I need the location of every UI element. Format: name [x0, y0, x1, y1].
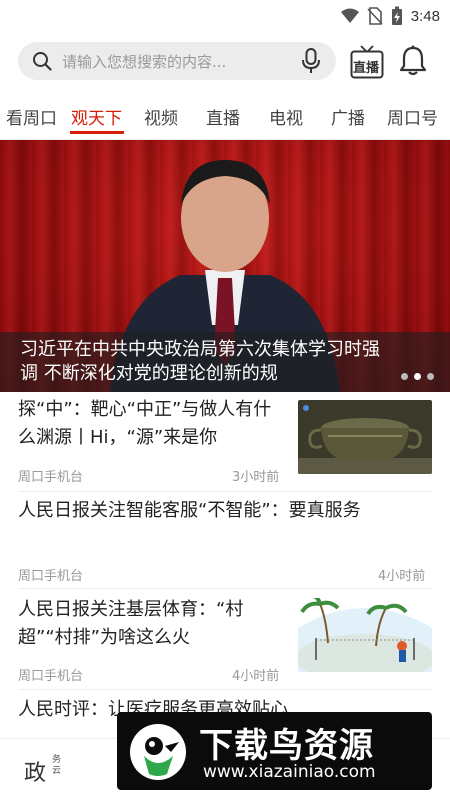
carousel-dots [401, 373, 434, 380]
bell-icon[interactable] [398, 45, 428, 77]
news-time: 4小时前 [232, 669, 280, 684]
news-source: 周口手机台 [18, 470, 84, 485]
tab-radio[interactable]: 广播 [331, 104, 365, 129]
search-bar[interactable]: 请输入您想搜索的内容... [18, 42, 336, 80]
news-title: 探“中”：靶心“中正”与做人有什么渊源丨Hi，“源”来是你 [18, 399, 272, 448]
live-tv-button[interactable]: 直播 [350, 44, 384, 80]
featured-banner[interactable]: 习近平在中共中央政治局第六次集体学习时强调 不断深化对党的理论创新的规 [0, 140, 450, 392]
news-source: 周口手机台 [18, 669, 84, 684]
tab-live[interactable]: 直播 [206, 104, 240, 129]
live-tv-label: 直播 [353, 61, 380, 76]
carousel-dot[interactable] [427, 373, 434, 380]
banner-caption: 习近平在中共中央政治局第六次集体学习时强调 不断深化对党的理论创新的规 [20, 339, 380, 384]
status-bar: 3:48 [0, 0, 450, 34]
watermark-title: 下载鸟资源 [199, 726, 374, 766]
watermark-url: www.xiazainiao.com [203, 762, 376, 782]
tab-video[interactable]: 视频 [144, 104, 178, 129]
no-sim-icon [367, 7, 383, 25]
news-title: 人民日报关注智能客服“不智能”：要真服务 [18, 500, 361, 521]
news-time: 4小时前 [378, 569, 426, 584]
news-thumbnail [298, 598, 432, 672]
news-item[interactable]: 人民日报关注智能客服“不智能”：要真服务 周口手机台 4小时前 [18, 497, 432, 589]
bird-logo-icon [130, 724, 186, 780]
active-tab-indicator [70, 131, 124, 134]
search-row: 请输入您想搜索的内容... 直播 [18, 42, 438, 82]
search-input[interactable]: 请输入您想搜索的内容... [62, 51, 226, 72]
microphone-icon[interactable] [300, 48, 322, 74]
status-icons: 3:48 [340, 6, 440, 26]
status-time: 3:48 [410, 7, 440, 25]
tab-zhoukou-hao[interactable]: 周口号 [387, 104, 438, 129]
carousel-dot-active[interactable] [414, 373, 421, 380]
wifi-icon [340, 8, 359, 23]
zhengwu-cloud-button[interactable]: 政 [24, 755, 46, 787]
tab-tv[interactable]: 电视 [269, 104, 303, 129]
news-item[interactable]: 人民日报关注基层体育：“村超”“村排”为啥这么火 周口手机台 4小时前 [18, 596, 432, 690]
search-icon [33, 52, 52, 71]
carousel-dot[interactable] [401, 373, 408, 380]
news-source: 周口手机台 [18, 569, 84, 584]
tab-guan-tianxia[interactable]: 观天下 [71, 104, 122, 129]
zhengwu-cloud-sub-label: 务云 [52, 755, 62, 776]
news-time: 3小时前 [232, 470, 280, 485]
battery-charging-icon [391, 6, 402, 25]
tab-kan-zhoukou[interactable]: 看周口 [6, 104, 57, 129]
news-thumbnail [298, 400, 432, 474]
news-title: 人民日报关注基层体育：“村超”“村排”为啥这么火 [18, 599, 244, 648]
watermark-overlay: 下载鸟资源 www.xiazainiao.com [117, 712, 432, 790]
news-item[interactable]: 探“中”：靶心“中正”与做人有什么渊源丨Hi，“源”来是你 周口手机台 3小时前 [18, 396, 432, 492]
channel-tabs: 看周口 观天下 视频 直播 电视 广播 周口号 [0, 96, 450, 140]
